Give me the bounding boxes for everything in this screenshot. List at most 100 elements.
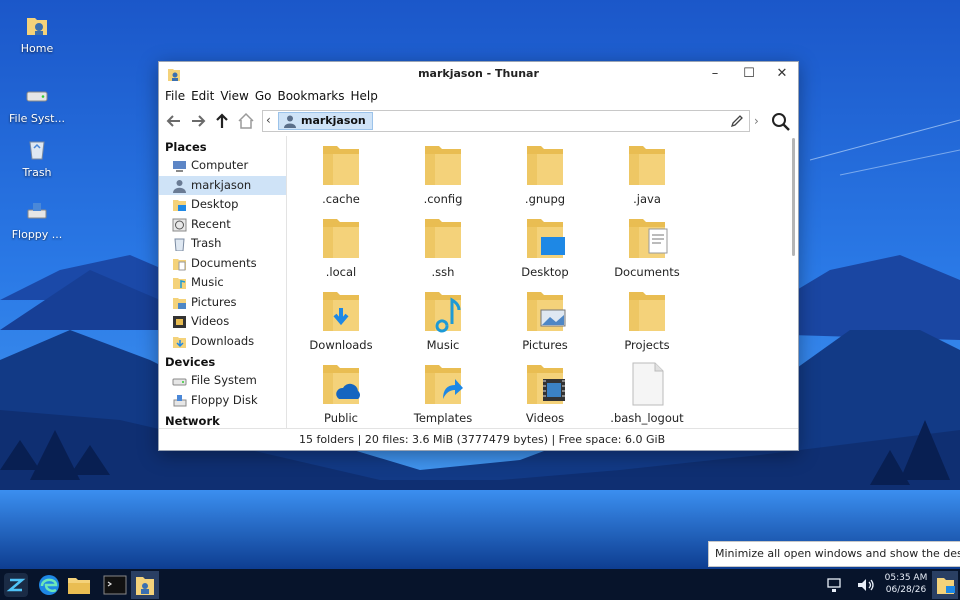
folder-item[interactable]: .local — [290, 215, 392, 288]
folder-item[interactable]: .gnupg — [494, 142, 596, 215]
home-icon[interactable] — [235, 111, 257, 131]
toolbar: ‹ markjason › — [159, 106, 798, 136]
close-button[interactable]: ✕ — [767, 64, 797, 84]
pencil-icon[interactable] — [730, 114, 744, 128]
file-name: Desktop — [521, 265, 569, 279]
folder-item[interactable]: .ssh — [392, 215, 494, 288]
folder-item[interactable]: Downloads — [290, 288, 392, 361]
folder-item[interactable]: Music — [392, 288, 494, 361]
sidebar-item-downloads[interactable]: Downloads — [159, 332, 286, 352]
trash-icon — [29, 141, 45, 160]
text-file-icon — [632, 362, 664, 406]
folder-item[interactable]: .java — [596, 142, 698, 215]
maximize-button[interactable]: ☐ — [734, 64, 764, 84]
desktop-icon-home[interactable]: Home — [2, 12, 72, 55]
menu-view[interactable]: View — [217, 89, 251, 103]
file-name: .java — [633, 192, 661, 206]
computer-icon — [173, 161, 186, 172]
folder-item[interactable]: .config — [392, 142, 494, 215]
folder-item[interactable]: Pictures — [494, 288, 596, 361]
up-arrow-icon[interactable] — [211, 111, 233, 131]
sidebar-item-file-system[interactable]: File System — [159, 371, 286, 391]
side-pane: Places Computer markjason Desktop Recent Tra… — [159, 136, 287, 428]
file-name: Downloads — [309, 338, 373, 352]
file-view[interactable]: .cache .config .gnupg .java .local .ssh Deskto… — [290, 136, 798, 428]
folder-item[interactable]: Desktop — [494, 215, 596, 288]
folder-item[interactable]: .cache — [290, 142, 392, 215]
search-icon[interactable] — [771, 112, 791, 132]
folder-item[interactable]: Documents — [596, 215, 698, 288]
file-name: Pictures — [522, 338, 568, 352]
file-name: Videos — [525, 411, 565, 425]
folder-icon — [323, 146, 359, 185]
status-bar: 15 folders | 20 files: 3.6 MiB (3777479 … — [159, 428, 798, 450]
menu-file[interactable]: File — [162, 89, 188, 103]
sidebar-item-trash[interactable]: Trash — [159, 234, 286, 254]
folder-item[interactable]: Public — [290, 361, 392, 428]
desktop-icon-trash[interactable]: Trash — [2, 136, 72, 179]
recent-icon — [172, 218, 187, 231]
sidebar-item-markjason[interactable]: markjason — [159, 175, 286, 195]
file-manager-window: markjason - Thunar – ☐ ✕ File Edit View … — [158, 61, 799, 451]
folder-downloads-icon — [323, 292, 359, 331]
folder-documents-icon — [629, 219, 668, 258]
menu-help[interactable]: Help — [348, 89, 381, 103]
trash-icon — [174, 238, 185, 251]
file-name: Projects — [624, 338, 670, 352]
floppy-icon — [27, 203, 47, 219]
desktop-icon-label: File Syst... — [9, 112, 65, 125]
folder-item[interactable]: Videos — [494, 361, 596, 428]
user-home-icon — [284, 115, 296, 128]
menu-edit[interactable]: Edit — [188, 89, 217, 103]
menu-go[interactable]: Go — [252, 89, 275, 103]
show-desktop-icon[interactable] — [932, 571, 958, 599]
desktop-icon-label: Home — [20, 42, 54, 55]
desktop-icon-label: Trash — [22, 166, 52, 179]
pictures-icon — [173, 297, 186, 309]
sidebar-item-computer[interactable]: Computer — [159, 156, 286, 176]
start-menu-icon[interactable] — [3, 572, 29, 598]
vertical-scrollbar[interactable] — [792, 138, 795, 256]
path-crumb-markjason[interactable]: markjason — [278, 112, 373, 130]
title-bar[interactable]: markjason - Thunar – ☐ ✕ — [159, 62, 798, 86]
minimize-button[interactable]: – — [700, 64, 730, 84]
network-tray-icon[interactable] — [826, 576, 844, 594]
drive-icon — [172, 378, 187, 386]
sidebar-item-documents[interactable]: Documents — [159, 254, 286, 274]
sidebar-item-videos[interactable]: Videos — [159, 312, 286, 332]
folder-icon — [425, 146, 461, 185]
desktop-icon-floppy[interactable]: Floppy ... — [2, 198, 72, 241]
folder-videos-icon — [527, 365, 565, 404]
sidebar-item-recent[interactable]: Recent — [159, 215, 286, 235]
clock-time: 05:35 AM — [884, 573, 928, 583]
location-bar[interactable]: ‹ markjason — [262, 110, 750, 132]
file-manager-taskbar-icon[interactable] — [66, 572, 92, 598]
menu-bookmarks[interactable]: Bookmarks — [274, 89, 347, 103]
folder-item[interactable]: Templates — [392, 361, 494, 428]
path-scroll-left[interactable]: ‹ — [266, 113, 271, 127]
sidebar-item-pictures[interactable]: Pictures — [159, 293, 286, 313]
taskbar: 05:35 AM 06/28/26 — [0, 569, 960, 600]
file-item[interactable]: .bash_logout — [596, 361, 698, 428]
home-folder-icon — [27, 18, 47, 35]
back-arrow-icon[interactable] — [163, 111, 185, 131]
edge-browser-icon[interactable] — [36, 572, 62, 598]
volume-icon[interactable] — [856, 576, 876, 594]
sidebar-item-music[interactable]: Music — [159, 273, 286, 293]
thunar-taskbar-icon[interactable] — [131, 571, 159, 599]
clock[interactable]: 05:35 AM 06/28/26 — [880, 572, 932, 596]
music-icon — [173, 278, 186, 289]
terminal-icon[interactable] — [102, 572, 128, 598]
path-scroll-right[interactable]: › — [754, 114, 759, 128]
home-icon — [173, 179, 186, 193]
sidebar-item-floppy-disk[interactable]: Floppy Disk — [159, 391, 286, 411]
file-name: Templates — [413, 411, 473, 425]
folder-item[interactable]: Projects — [596, 288, 698, 361]
sidebar-item-label: Computer — [191, 158, 249, 172]
sidebar-item-desktop[interactable]: Desktop — [159, 195, 286, 215]
desktop-icon-file-system[interactable]: File Syst... — [2, 82, 72, 125]
file-name: .gnupg — [524, 192, 566, 206]
forward-arrow-icon[interactable] — [187, 111, 209, 131]
floppy-icon — [173, 394, 187, 406]
downloads-icon — [173, 336, 186, 348]
